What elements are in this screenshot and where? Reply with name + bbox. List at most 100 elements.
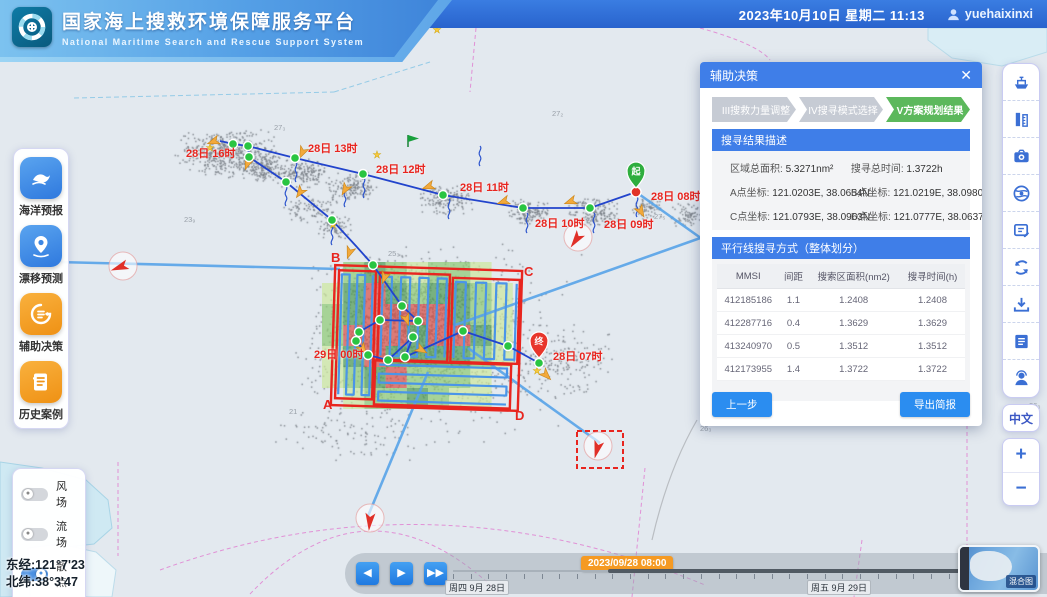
zoom-out-button[interactable]: − — [1003, 473, 1039, 506]
longitude-label: 东经:121°7'23 — [6, 557, 85, 574]
drift-predict-icon — [20, 225, 62, 267]
chart-line — [74, 92, 334, 98]
vessel-position-marker[interactable] — [401, 353, 410, 362]
current-squiggle — [636, 197, 638, 217]
vessel-position-marker[interactable] — [355, 328, 364, 337]
vessel-position-marker[interactable] — [282, 178, 291, 187]
zoom-control: + − — [1002, 438, 1040, 506]
scale-ruler-icon[interactable] — [1003, 101, 1039, 138]
vessel-position-marker[interactable] — [364, 351, 373, 360]
timeline-tick — [701, 574, 702, 579]
trajectory-time-label: 29日 00时 — [314, 347, 364, 361]
app-subtitle: National Maritime Search and Rescue Supp… — [62, 37, 364, 47]
table-cell: 0.5 — [780, 335, 808, 358]
layer-row: ● 风场 — [21, 478, 77, 510]
globe-icon[interactable] — [1003, 175, 1039, 212]
vessel-position-marker[interactable] — [398, 302, 407, 311]
search-corner-label: A — [323, 397, 333, 412]
basemap-switcher[interactable]: 混合图 — [958, 545, 1040, 592]
vessel-position-marker[interactable] — [414, 317, 423, 326]
depth-sounding-label: 27₂ — [552, 109, 563, 118]
table-column-header: 间距 — [780, 264, 808, 289]
wizard-step-2[interactable]: IV搜寻模式选择 — [799, 97, 883, 122]
current-rose-marker — [356, 504, 384, 532]
operator-icon[interactable] — [1003, 360, 1039, 397]
timeline-tick — [825, 574, 826, 579]
layer-label: 风场 — [56, 478, 77, 510]
end-pin-marker[interactable]: 终 — [530, 332, 548, 358]
vessel-position-marker[interactable] — [328, 216, 337, 225]
depth-sounding-label: 23₉ — [184, 215, 195, 224]
vessel-position-marker[interactable] — [439, 191, 448, 200]
current-squiggle — [285, 186, 287, 206]
layer-toggle[interactable]: ● — [21, 528, 48, 541]
vessel-position-marker[interactable] — [409, 333, 418, 342]
start-pin-marker[interactable]: 起 — [627, 162, 645, 188]
sidebar-item-2[interactable]: 漂移预测 — [19, 225, 63, 286]
table-cell: 412185186 — [717, 289, 780, 312]
vessel-position-marker[interactable] — [384, 356, 393, 365]
layer-row: ●流场 — [21, 518, 77, 550]
table-row[interactable]: 4121851861.11.24081.2408 — [717, 289, 965, 312]
annotate-icon[interactable] — [1003, 212, 1039, 249]
refresh-icon[interactable] — [1003, 249, 1039, 286]
camera-icon[interactable] — [1003, 138, 1039, 175]
table-row[interactable]: 4121739551.41.37221.3722 — [717, 358, 965, 381]
timeline-tick — [648, 574, 649, 579]
timeline-tick — [612, 574, 613, 579]
poc-heatmap-cell — [386, 325, 407, 346]
trajectory-time-label: 28日 09时 — [604, 217, 654, 231]
vessel-position-marker[interactable] — [519, 204, 528, 213]
vessel-position-marker[interactable] — [245, 153, 254, 162]
vessel-position-marker[interactable] — [291, 154, 300, 163]
land-area — [928, 28, 1047, 66]
table-row[interactable]: 4122877160.41.36291.3629 — [717, 312, 965, 335]
export-report-button[interactable]: 导出简报 — [900, 392, 970, 417]
vessel-position-marker[interactable] — [376, 316, 385, 325]
route-line — [57, 262, 340, 269]
vessel-position-marker[interactable] — [586, 204, 595, 213]
sidebar-item-1[interactable]: 海洋预报 — [19, 157, 63, 218]
previous-step-button[interactable]: 上一步 — [712, 392, 772, 417]
table-row[interactable]: 4132409700.51.35121.3512 — [717, 335, 965, 358]
zoom-in-button[interactable]: + — [1003, 439, 1039, 473]
current-rose-marker — [109, 252, 137, 280]
user-menu[interactable]: yuehaixinxi — [947, 7, 1033, 21]
depth-sounding-label: 21 — [289, 407, 297, 416]
search-result-section-header: 搜寻结果描述 — [712, 129, 970, 151]
timeline-tick — [772, 574, 773, 579]
poc-heatmap-cell — [470, 283, 491, 304]
timeline-tick — [453, 574, 454, 579]
download-icon[interactable] — [1003, 286, 1039, 323]
timeline-tick — [719, 574, 720, 579]
vessel-position-marker[interactable] — [504, 342, 513, 351]
step-forward-button[interactable]: ▶▶ — [424, 562, 447, 585]
report-icon[interactable] — [1003, 323, 1039, 360]
wizard-step-3[interactable]: V方案规划结果 — [886, 97, 970, 122]
vessel-position-marker[interactable] — [244, 142, 253, 151]
app-logo — [12, 7, 52, 47]
svg-text:起: 起 — [630, 166, 641, 177]
search-plan-table-container: MMSI间距搜索区面积(nm2)搜寻时间(h)4121851861.11.240… — [712, 259, 970, 401]
description-field: B点坐标: 121.0219E, 38.0980N — [851, 184, 964, 199]
ship-icon[interactable] — [1003, 64, 1039, 101]
step-back-button[interactable]: ◀ — [356, 562, 379, 585]
vessel-position-marker[interactable] — [352, 337, 361, 346]
timeline-tick — [789, 574, 790, 579]
current-squiggle — [363, 178, 365, 198]
timeline-tick — [524, 574, 525, 579]
layer-toggle[interactable]: ● — [21, 488, 48, 501]
vessel-position-marker[interactable] — [369, 261, 378, 270]
language-button[interactable]: 中文 — [1002, 404, 1040, 432]
wizard-step-1[interactable]: III搜救力量调整 — [712, 97, 796, 122]
sidebar-item-4[interactable]: 历史案例 — [19, 361, 63, 422]
play-button[interactable]: ▶ — [390, 562, 413, 585]
sidebar-item-3[interactable]: 辅助决策 — [19, 293, 63, 354]
table-cell: 1.3512 — [807, 335, 900, 358]
close-icon[interactable]: ✕ — [960, 68, 972, 82]
vessel-position-marker[interactable] — [459, 327, 468, 336]
table-cell: 1.3722 — [807, 358, 900, 381]
timeline-tick — [683, 574, 684, 579]
vessel-position-marker[interactable] — [535, 359, 544, 368]
vessel-position-marker[interactable] — [359, 170, 368, 179]
